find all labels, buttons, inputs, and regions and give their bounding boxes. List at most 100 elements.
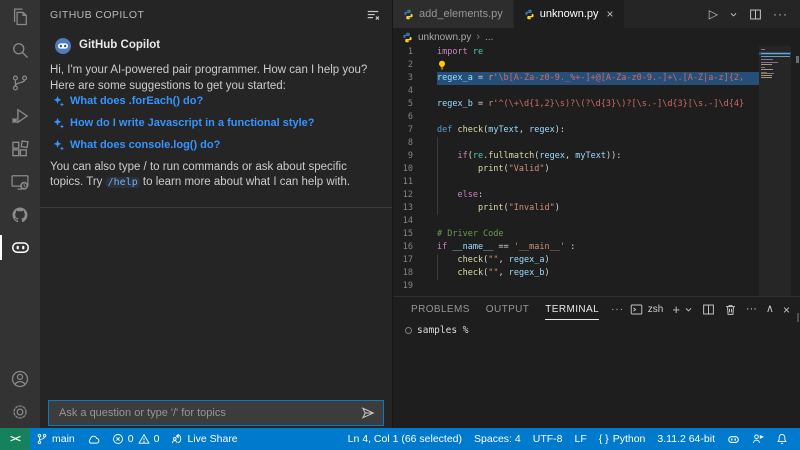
code-line-18[interactable]: 18 check("", regex_b) — [393, 267, 800, 280]
bell-icon — [776, 433, 788, 445]
code-line-16[interactable]: 16 if __name__ == '__main__' : — [393, 241, 800, 254]
activity-item-search[interactable] — [0, 33, 40, 66]
line-number: 5 — [407, 99, 413, 109]
activity-item-copilot-chat[interactable] — [0, 231, 40, 264]
code-line-15[interactable]: 15 # Driver Code — [393, 228, 800, 241]
close-panel-icon[interactable]: × — [783, 304, 790, 316]
status-eol[interactable]: LF — [568, 428, 592, 450]
lightbulb-icon[interactable] — [437, 60, 447, 70]
python-icon — [403, 9, 414, 20]
terminal-more-actions-icon[interactable]: ··· — [746, 304, 757, 315]
editor-tab-unknown.py[interactable]: unknown.py × — [513, 0, 625, 28]
panel-tab-terminal[interactable]: TERMINAL — [545, 304, 599, 320]
status-indentation[interactable]: Spaces: 4 — [468, 428, 527, 450]
code-editor[interactable]: 1 import re 2 3 regex_a = r'\b[A-Za-z0-9._%+… — [393, 46, 800, 296]
cloud-icon — [87, 433, 100, 446]
chat-divider — [40, 207, 392, 208]
chat-question-input[interactable] — [57, 406, 361, 420]
activity-item-source-control[interactable] — [0, 66, 40, 99]
status-live-share[interactable]: Live Share — [165, 428, 243, 450]
status-cursor-position[interactable]: Ln 4, Col 1 (66 selected) — [342, 428, 468, 450]
line-number: 2 — [407, 60, 413, 70]
activity-item-account[interactable] — [0, 362, 40, 395]
activity-item-run-debug[interactable] — [0, 99, 40, 132]
code-line-2[interactable]: 2 — [393, 59, 800, 72]
send-icon[interactable] — [361, 406, 375, 420]
code-line-6[interactable]: 6 — [393, 111, 800, 124]
terminal-shell-label[interactable]: zsh — [648, 304, 664, 315]
maximize-panel-icon[interactable]: ∧ — [766, 304, 774, 315]
python-file-icon — [402, 32, 413, 43]
status-encoding[interactable]: UTF-8 — [527, 428, 569, 450]
terminal-content[interactable]: samples % — [393, 325, 800, 336]
split-editor-icon[interactable] — [749, 8, 762, 21]
code-line-8[interactable]: 8 — [393, 137, 800, 150]
editor-more-actions-icon[interactable]: ··· — [773, 7, 788, 21]
kill-terminal-icon[interactable] — [724, 303, 737, 316]
copilot-avatar — [55, 38, 71, 54]
status-bar: >< main 0 0 Live Share Ln 4, Col 1 (66 sele… — [0, 428, 800, 450]
status-label: Ln 4, Col 1 (66 selected) — [347, 433, 463, 445]
line-number: 19 — [402, 281, 413, 291]
run-python-file-button[interactable]: ▷ — [709, 7, 718, 21]
git-branch-icon — [36, 433, 48, 445]
status-notifications[interactable] — [770, 428, 794, 450]
status-problems[interactable]: 00 — [106, 428, 166, 450]
code-line-9[interactable]: 9 if(re.fullmatch(regex, myText)): — [393, 150, 800, 163]
copilot-suggestion-link[interactable]: What does .forEach() do? — [52, 94, 382, 109]
code-line-17[interactable]: 17 check("", regex_a) — [393, 254, 800, 267]
status-copilot-status[interactable] — [721, 428, 746, 450]
code-line-4[interactable]: 4 — [393, 85, 800, 98]
overview-ruler-selection-mark — [796, 56, 799, 63]
terminal-prompt: samples % — [417, 325, 469, 336]
panel-tab-output[interactable]: OUTPUT — [486, 304, 530, 315]
code-line-5[interactable]: 5 regex_b = r'^(\+\d{1,2}\s)?\(?\d{3}\)?[… — [393, 98, 800, 111]
activity-item-explorer[interactable] — [0, 0, 40, 33]
new-terminal-button[interactable]: + — [672, 303, 680, 316]
run-dropdown-icon[interactable] — [729, 10, 738, 19]
code-line-1[interactable]: 1 import re — [393, 46, 800, 59]
status-python-interpreter[interactable]: 3.11.2 64-bit — [651, 428, 721, 450]
code-line-19[interactable]: 19 — [393, 280, 800, 293]
clear-chat-icon[interactable] — [366, 8, 380, 22]
suggestion-label: What does console.log() do? — [70, 138, 221, 151]
terminal-panel: PROBLEMS OUTPUT TERMINAL ··· zsh + ··· ∧ ×… — [393, 296, 800, 429]
status-label: UTF-8 — [532, 433, 563, 445]
explorer-icon — [10, 7, 30, 27]
status-language-mode[interactable]: { } Python — [593, 428, 652, 450]
sparkle-icon — [52, 139, 64, 151]
code-line-10[interactable]: 10 print("Valid") — [393, 163, 800, 176]
code-line-11[interactable]: 11 — [393, 176, 800, 189]
activity-item-settings[interactable] — [0, 395, 40, 428]
panel-more-tabs-icon[interactable]: ··· — [611, 304, 624, 315]
line-number: 12 — [402, 190, 413, 200]
search-icon — [10, 40, 30, 60]
terminal-dropdown-icon[interactable] — [684, 305, 693, 314]
copilot-suggestion-link[interactable]: What does console.log() do? — [52, 138, 382, 153]
code-line-14[interactable]: 14 — [393, 215, 800, 228]
code-line-7[interactable]: 7 def check(myText, regex): — [393, 124, 800, 137]
status-feedback[interactable] — [746, 428, 770, 450]
warning-icon — [137, 433, 150, 445]
split-terminal-icon[interactable] — [702, 303, 715, 316]
breadcrumb-file[interactable]: unknown.py — [418, 32, 471, 43]
minimap[interactable] — [759, 46, 791, 296]
breadcrumb-symbol[interactable]: ... — [485, 32, 493, 43]
copilot-suggestion-link[interactable]: How do I write Javascript in a functiona… — [52, 116, 382, 131]
chat-body: GitHub Copilot Hi, I'm your AI-powered p… — [40, 30, 392, 191]
status-git-branch[interactable]: main — [30, 428, 81, 450]
status-sync-cloud[interactable] — [81, 428, 106, 450]
panel-tab-problems[interactable]: PROBLEMS — [411, 304, 470, 315]
editor-tab-add_elements.py[interactable]: add_elements.py — [393, 0, 514, 28]
code-line-13[interactable]: 13 print("Invalid") — [393, 202, 800, 215]
line-number: 14 — [402, 216, 413, 226]
activity-item-extensions[interactable] — [0, 132, 40, 165]
close-tab-icon[interactable]: × — [607, 8, 614, 20]
activity-item-github[interactable] — [0, 198, 40, 231]
code-line-12[interactable]: 12 else: — [393, 189, 800, 202]
panel-scrollbar[interactable] — [797, 313, 799, 322]
activity-item-remote-explorer[interactable] — [0, 165, 40, 198]
code-line-3[interactable]: 3 regex_a = r'\b[A-Za-z0-9._%+-]+@[A-Za-z… — [393, 72, 800, 85]
status-label: Spaces: 4 — [474, 433, 521, 445]
remote-indicator[interactable]: >< — [0, 428, 30, 450]
